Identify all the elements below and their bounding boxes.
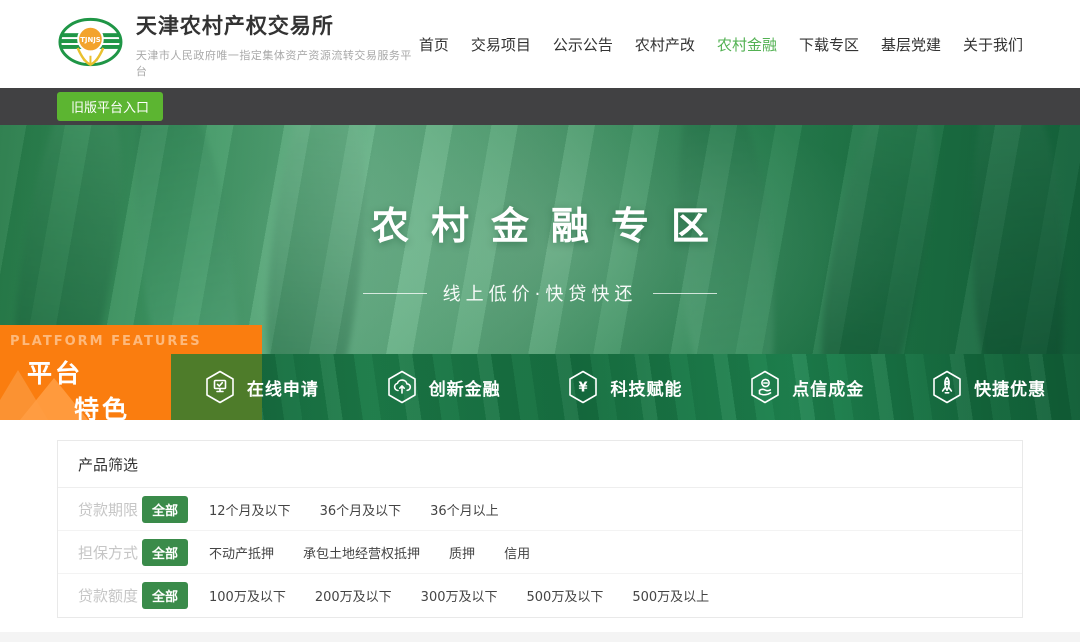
nav-item-downloads[interactable]: 下载专区 — [799, 34, 859, 55]
filter-all-button[interactable]: 全部 — [142, 539, 188, 566]
site-title: 天津农村产权交易所 — [136, 10, 419, 40]
features-title-line1: 平台 — [27, 354, 171, 390]
filter-row-guarantee-method: 担保方式 全部 不动产抵押 承包土地经营权抵押 质押 信用 — [58, 531, 1022, 574]
filter-options: 12个月及以下 36个月及以下 36个月以上 — [209, 500, 499, 519]
site-logo-icon: TJNJS — [57, 12, 124, 76]
hero-banner: 农村金融专区 线上低价·快贷快还 PLATFORM FEATURES 平台 特色 — [0, 125, 1080, 420]
filter-option[interactable]: 500万及以下 — [527, 586, 604, 605]
filter-label: 贷款额度 — [78, 585, 140, 606]
cloud-upload-icon — [387, 370, 417, 404]
filter-option[interactable]: 200万及以下 — [315, 586, 392, 605]
tab-innovative-finance[interactable]: 创新金融 — [353, 354, 535, 420]
filter-option[interactable]: 36个月及以下 — [320, 500, 402, 519]
site-subtitle: 天津市人民政府唯一指定集体资产资源流转交易服务平台 — [136, 47, 419, 79]
filter-panel-title: 产品筛选 — [58, 441, 1022, 488]
main-nav: 首页 交易项目 公示公告 农村产改 农村金融 下载专区 基层党建 关于我们 — [419, 34, 1023, 55]
tab-label: 创新金融 — [429, 375, 501, 400]
site-header: TJNJS 天津农村产权交易所 天津市人民政府唯一指定集体资产资源流转交易服务平… — [0, 0, 1080, 88]
rocket-icon — [932, 370, 962, 404]
tab-quick-discount[interactable]: 快捷优惠 — [898, 354, 1080, 420]
logo-text: TJNJS — [80, 36, 101, 44]
nav-item-trade-projects[interactable]: 交易项目 — [471, 34, 531, 55]
product-filter-panel: 产品筛选 贷款期限 全部 12个月及以下 36个月及以下 36个月以上 担保方式… — [57, 440, 1023, 618]
old-platform-entry-button[interactable]: 旧版平台入口 — [57, 92, 163, 121]
hand-coin-icon — [750, 370, 780, 404]
tab-label: 点信成金 — [792, 375, 864, 400]
filter-option[interactable]: 500万及以上 — [632, 586, 709, 605]
svg-text:¥: ¥ — [579, 381, 588, 396]
filter-label: 担保方式 — [78, 542, 140, 563]
secondary-topbar: 旧版平台入口 — [0, 88, 1080, 125]
banner-title: 农村金融专区 — [0, 195, 1080, 250]
filter-row-loan-term: 贷款期限 全部 12个月及以下 36个月及以下 36个月以上 — [58, 488, 1022, 531]
yen-icon: ¥ — [568, 370, 598, 404]
platform-features-block: PLATFORM FEATURES 平台 特色 — [0, 325, 171, 420]
monitor-check-icon — [205, 370, 235, 404]
filter-all-button[interactable]: 全部 — [142, 496, 188, 523]
tab-online-apply[interactable]: 在线申请 — [171, 354, 353, 420]
filter-option[interactable]: 信用 — [504, 543, 530, 562]
nav-item-about-us[interactable]: 关于我们 — [963, 34, 1023, 55]
brand-text: 天津农村产权交易所 天津市人民政府唯一指定集体资产资源流转交易服务平台 — [136, 10, 419, 79]
filter-option[interactable]: 承包土地经营权抵押 — [303, 543, 420, 562]
feature-tabbar: 在线申请 创新金融 ¥ 科技赋能 — [171, 354, 1080, 420]
filter-option[interactable]: 不动产抵押 — [209, 543, 274, 562]
brand: TJNJS 天津农村产权交易所 天津市人民政府唯一指定集体资产资源流转交易服务平… — [57, 10, 419, 79]
filter-option[interactable]: 质押 — [449, 543, 475, 562]
nav-item-announcements[interactable]: 公示公告 — [553, 34, 613, 55]
filter-label: 贷款期限 — [78, 499, 140, 520]
tab-label: 快捷优惠 — [974, 375, 1046, 400]
subtitle-left-line — [363, 293, 427, 294]
filter-all-button[interactable]: 全部 — [142, 582, 188, 609]
nav-item-party-building[interactable]: 基层党建 — [881, 34, 941, 55]
filter-option[interactable]: 100万及以下 — [209, 586, 286, 605]
page-footer-strip — [0, 632, 1080, 642]
filter-options: 100万及以下 200万及以下 300万及以下 500万及以下 500万及以上 — [209, 586, 709, 605]
filter-options: 不动产抵押 承包土地经营权抵押 质押 信用 — [209, 543, 530, 562]
filter-row-loan-amount: 贷款额度 全部 100万及以下 200万及以下 300万及以下 500万及以下 … — [58, 574, 1022, 617]
nav-item-rural-reform[interactable]: 农村产改 — [635, 34, 695, 55]
subtitle-right-line — [653, 293, 717, 294]
filter-option[interactable]: 36个月以上 — [430, 500, 499, 519]
filter-option[interactable]: 300万及以下 — [421, 586, 498, 605]
banner-subtitle: 线上低价·快贷快还 — [443, 280, 638, 306]
features-title-line2: 特色 — [74, 390, 171, 420]
page: TJNJS 天津农村产权交易所 天津市人民政府唯一指定集体资产资源流转交易服务平… — [0, 0, 1080, 642]
nav-item-home[interactable]: 首页 — [419, 34, 449, 55]
banner-content: 农村金融专区 线上低价·快贷快还 — [0, 195, 1080, 306]
banner-subtitle-row: 线上低价·快贷快还 — [0, 280, 1080, 306]
filter-option[interactable]: 12个月及以下 — [209, 500, 291, 519]
nav-item-rural-finance[interactable]: 农村金融 — [717, 34, 777, 55]
tab-tech-empowerment[interactable]: ¥ 科技赋能 — [535, 354, 717, 420]
tab-label: 在线申请 — [247, 375, 319, 400]
features-eyebrow: PLATFORM FEATURES — [0, 325, 171, 349]
tab-credit-gold[interactable]: 点信成金 — [716, 354, 898, 420]
tab-label: 科技赋能 — [610, 375, 682, 400]
